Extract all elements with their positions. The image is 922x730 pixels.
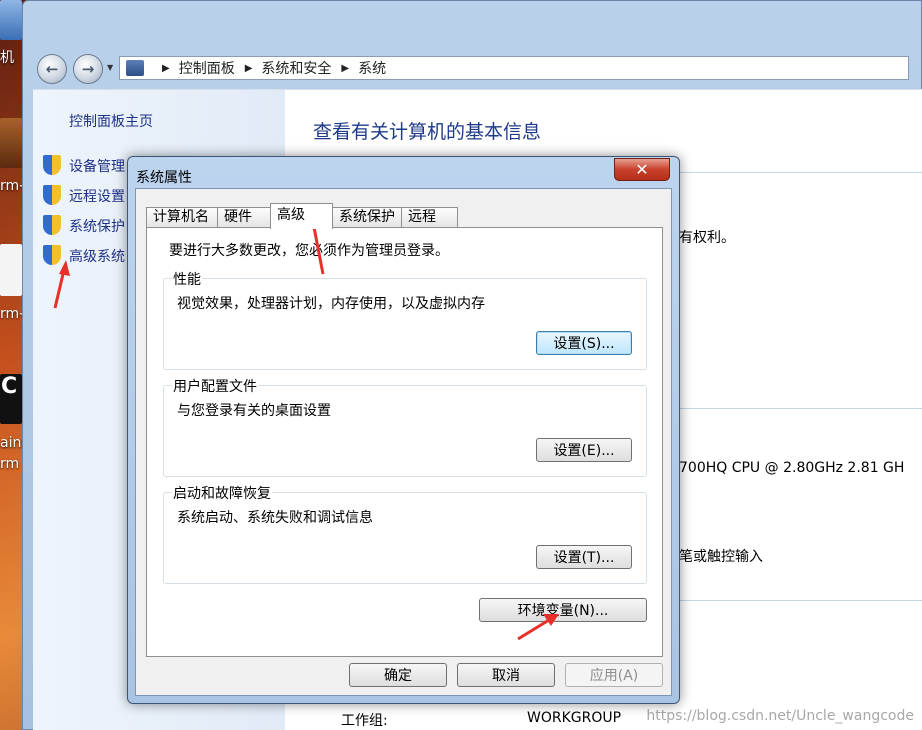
- user-profiles-desc: 与您登录有关的桌面设置: [177, 403, 331, 419]
- workgroup-label: 工作组:: [341, 713, 388, 729]
- advanced-tab-panel: 要进行大多数更改，您必须作为管理员登录。 性能 视觉效果，处理器计划，内存使用，…: [146, 208, 663, 657]
- advanced-system-settings-link[interactable]: 高级系统: [69, 246, 125, 266]
- address-bar[interactable]: ▶ 控制面板 ▶ 系统和安全 ▶ 系统: [119, 56, 909, 80]
- control-panel-icon: [126, 60, 144, 76]
- close-icon: ✕: [635, 160, 649, 179]
- device-manager-link[interactable]: 设备管理: [69, 156, 125, 176]
- workgroup-value: WORKGROUP: [527, 710, 622, 726]
- annotation-arrow-left: [53, 260, 70, 309]
- chevron-right-icon[interactable]: ▶: [341, 63, 349, 74]
- tab-remote[interactable]: 远程: [401, 207, 458, 228]
- tab-hardware[interactable]: 硬件: [217, 207, 271, 228]
- startup-recovery-label: 启动和故障恢复: [172, 483, 272, 503]
- startup-recovery-group: 启动和故障恢复 系统启动、系统失败和调试信息 设置(T)...: [163, 483, 647, 584]
- user-profiles-settings-button[interactable]: 设置(E)...: [536, 438, 632, 462]
- system-protection-link[interactable]: 系统保护: [69, 216, 125, 236]
- desktop-file-icon[interactable]: [0, 244, 22, 296]
- desktop-ide-icon[interactable]: C: [0, 374, 22, 424]
- desktop-label-1: 机: [0, 50, 14, 66]
- page-title: 查看有关计算机的基本信息: [313, 121, 542, 143]
- breadcrumb-system-security[interactable]: 系统和安全: [261, 58, 331, 78]
- history-dropdown-icon[interactable]: ▼: [107, 63, 113, 72]
- desktop-archive-icon[interactable]: [0, 118, 22, 168]
- rights-text: 有权利。: [679, 230, 735, 246]
- user-profiles-label: 用户配置文件: [172, 376, 258, 396]
- dialog-body: 计算机名 硬件 高级 系统保护 远程 要进行大多数更改，您必须作为管理员登录。 …: [135, 188, 672, 696]
- performance-label: 性能: [172, 269, 202, 289]
- chevron-right-icon[interactable]: ▶: [245, 63, 253, 74]
- navigation-bar: ← → ▼ ▶ 控制面板 ▶ 系统和安全 ▶ 系统: [23, 47, 922, 89]
- user-profiles-group: 用户配置文件 与您登录有关的桌面设置 设置(E)...: [163, 376, 647, 477]
- annotation-arrow-env: [517, 614, 559, 641]
- control-panel-home-link[interactable]: 控制面板主页: [69, 111, 153, 131]
- watermark: https://blog.csdn.net/Uncle_wangcode: [646, 708, 914, 724]
- forward-button[interactable]: →: [73, 54, 103, 84]
- back-arrow-icon: ←: [45, 60, 59, 78]
- back-button[interactable]: ←: [37, 54, 67, 84]
- desktop-computer-icon[interactable]: [0, 0, 22, 40]
- system-properties-dialog: 系统属性 ✕ 计算机名 硬件 高级 系统保护 远程 要进行大多数更改，您必须作为…: [127, 156, 680, 704]
- tab-advanced[interactable]: 高级: [270, 203, 333, 229]
- startup-recovery-desc: 系统启动、系统失败和调试信息: [177, 510, 373, 526]
- ok-button[interactable]: 确定: [349, 663, 447, 687]
- breadcrumb-system[interactable]: 系统: [358, 58, 386, 78]
- dialog-title: 系统属性: [136, 170, 192, 186]
- performance-group: 性能 视觉效果，处理器计划，内存使用，以及虚拟内存 设置(S)...: [163, 269, 647, 370]
- forward-arrow-icon: →: [81, 60, 95, 78]
- desktop-label-5: rm: [0, 456, 20, 472]
- performance-desc: 视觉效果，处理器计划，内存使用，以及虚拟内存: [177, 296, 485, 312]
- performance-settings-button[interactable]: 设置(S)...: [536, 331, 632, 355]
- shield-icon: [43, 215, 61, 235]
- pen-touch-text: 笔或触控输入: [679, 549, 763, 565]
- environment-variables-button[interactable]: 环境变量(N)...: [479, 598, 647, 622]
- close-button[interactable]: ✕: [614, 158, 670, 181]
- remote-settings-link[interactable]: 远程设置: [69, 186, 125, 206]
- breadcrumb-control-panel[interactable]: 控制面板: [179, 58, 235, 78]
- tab-system-protection[interactable]: 系统保护: [332, 207, 402, 228]
- chevron-right-icon[interactable]: ▶: [162, 63, 170, 74]
- tab-computer-name[interactable]: 计算机名: [146, 207, 218, 228]
- cancel-button[interactable]: 取消: [457, 663, 555, 687]
- desktop-label-2: rm-: [0, 178, 25, 194]
- desktop-label-3: rm-: [0, 306, 25, 322]
- startup-recovery-settings-button[interactable]: 设置(T)...: [536, 545, 632, 569]
- apply-button[interactable]: 应用(A): [565, 663, 663, 687]
- cpu-text: 700HQ CPU @ 2.80GHz 2.81 GH: [679, 460, 905, 476]
- shield-icon: [43, 155, 61, 175]
- shield-icon: [43, 185, 61, 205]
